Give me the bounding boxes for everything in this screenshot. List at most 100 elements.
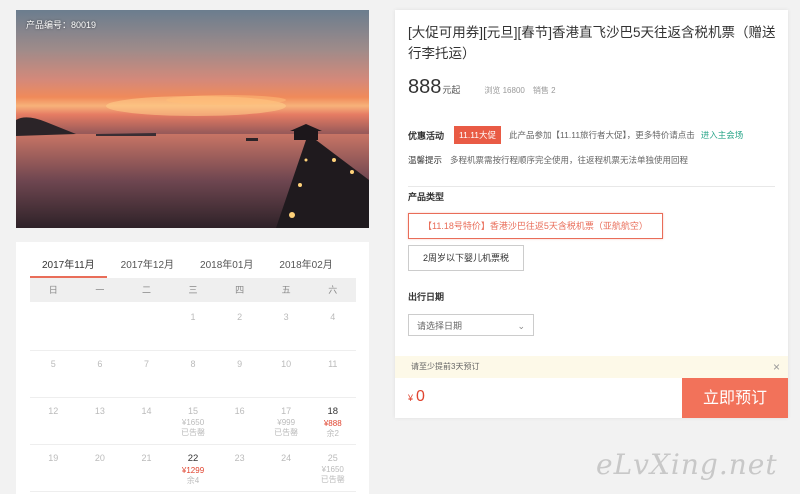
calendar-day: 19	[30, 445, 77, 491]
book-now-button[interactable]: 立即预订	[682, 378, 788, 418]
calendar-month-tabs: 2017年11月 2017年12月 2018年01月 2018年02月	[30, 252, 347, 278]
day-number: 19	[48, 453, 59, 463]
weekday-label: 四	[235, 285, 245, 295]
day-number: 8	[190, 359, 196, 369]
day-number: 2	[237, 312, 243, 322]
day-number: 12	[48, 406, 59, 416]
day-stock: 已告罄	[274, 428, 299, 437]
calendar-row: 1 2 3 4	[30, 304, 356, 351]
calendar-row: 5 6 7 8 9 10 11	[30, 351, 356, 398]
calendar-row: 12 13 14 15 ¥1650 已告罄 16 17 ¥999 已告罄 18 ¥888 余2	[30, 398, 356, 445]
tab-month-3[interactable]: 2018年01月	[188, 252, 265, 278]
promo-text: 此产品参加【11.11旅行者大促】，更多特价请点击	[509, 130, 695, 140]
product-code: 产品编号：80019	[26, 20, 97, 30]
notice-bar: 请至少提前3天预订 ×	[395, 356, 788, 378]
date-select[interactable]: 请选择日期 ⌄	[408, 314, 534, 336]
total-value: 0	[416, 388, 425, 405]
price-row: 888 元起 浏览 16800 销售 2	[408, 76, 556, 99]
departure-date-label: 出行日期	[408, 292, 445, 302]
calendar-day	[123, 304, 170, 350]
calendar-day: 25 ¥1650 已告罄	[309, 445, 356, 491]
day-number: 15	[188, 406, 199, 416]
day-number: 4	[330, 312, 336, 322]
tab-month-1[interactable]: 2017年11月	[30, 252, 107, 278]
calendar-day: 6	[77, 351, 124, 397]
calendar-day: 14	[123, 398, 170, 444]
day-price: ¥888	[323, 419, 342, 428]
day-number: 20	[94, 453, 105, 463]
day-number: 3	[283, 312, 289, 322]
calendar-day: 1	[170, 304, 217, 350]
calendar-day: 9	[216, 351, 263, 397]
weekday-label: 三	[188, 285, 198, 295]
day-stock: 已告罄	[320, 475, 345, 484]
calendar-day: 17 ¥999 已告罄	[263, 398, 310, 444]
main-venue-link[interactable]: 进入主会场	[701, 129, 744, 141]
product-type-option-2[interactable]: 2周岁以下婴儿机票税	[408, 245, 525, 271]
chevron-down-icon: ⌄	[517, 321, 525, 331]
day-stock: 已告罄	[181, 428, 206, 437]
day-number: 17	[281, 406, 292, 416]
day-number: 6	[97, 359, 103, 369]
weekday-label: 日	[48, 285, 58, 295]
date-select-placeholder: 请选择日期	[417, 321, 463, 331]
day-number: 9	[237, 359, 243, 369]
calendar-day: 24	[263, 445, 310, 491]
calendar-day: 2	[216, 304, 263, 350]
tab-month-2[interactable]: 2017年12月	[109, 252, 186, 278]
notice-text: 请至少提前3天预订	[411, 362, 480, 371]
calendar-day: 16	[216, 398, 263, 444]
divider	[408, 186, 775, 187]
day-number: 13	[94, 406, 105, 416]
day-stock: 余4	[186, 476, 200, 485]
day-number: 1	[190, 312, 196, 322]
total-price: ¥0	[408, 388, 425, 406]
close-icon[interactable]: ×	[773, 356, 780, 378]
tab-month-4[interactable]: 2018年02月	[267, 252, 344, 278]
day-number: 18	[327, 406, 339, 417]
calendar-day[interactable]: 22 ¥1299 余4	[170, 445, 217, 491]
weekday-label: 六	[328, 285, 338, 295]
calendar-day: 8	[170, 351, 217, 397]
day-number: 23	[234, 453, 245, 463]
calendar-day	[30, 304, 77, 350]
tip-row: 温馨提示 多程机票需按行程顺序完全使用，往返程机票无法单独使用回程	[408, 154, 688, 166]
day-number: 7	[143, 359, 149, 369]
calendar-day: 5	[30, 351, 77, 397]
day-stock: 余2	[326, 429, 339, 438]
day-number: 11	[328, 359, 338, 369]
calendar-day[interactable]: 18 ¥888 余2	[309, 398, 356, 444]
calendar-day: 11	[309, 351, 356, 397]
view-count: 浏览 16800	[484, 86, 525, 95]
promo-row: 优惠活动 11.11大促 此产品参加【11.11旅行者大促】，更多特价请点击 进…	[408, 126, 743, 144]
calendar-day: 23	[216, 445, 263, 491]
price-calendar: 2017年11月 2017年12月 2018年01月 2018年02月 日 一 …	[16, 242, 369, 494]
day-number: 10	[281, 359, 292, 369]
calendar-day: 20	[77, 445, 124, 491]
calendar-day: 7	[123, 351, 170, 397]
day-price: ¥1650	[321, 465, 344, 474]
product-price: 888	[408, 76, 442, 98]
day-number: 16	[234, 406, 245, 416]
day-number: 24	[281, 453, 292, 463]
weekday-label: 二	[141, 285, 151, 295]
tip-text: 多程机票需按行程顺序完全使用，往返程机票无法单独使用回程	[450, 155, 689, 165]
weekday-label: 一	[95, 285, 105, 295]
weekday-header: 日 一 二 三 四 五 六	[30, 278, 356, 302]
calendar-day	[77, 304, 124, 350]
product-type-label: 产品类型	[408, 192, 445, 202]
sales-count: 销售 2	[532, 86, 556, 95]
price-unit: 元起	[442, 85, 461, 95]
product-type-option-1[interactable]: 【11.18号特价】香港沙巴往返5天含税机票（亚航航空）	[408, 213, 663, 239]
calendar-grid: 1 2 3 4 5 6 7 8 9 10 11 12 13 14 15 ¥1650 已告罄 16 17 ¥999 已告罄…	[30, 304, 356, 492]
day-price: ¥1650	[181, 418, 205, 427]
calendar-day: 4	[309, 304, 356, 350]
calendar-day: 15 ¥1650 已告罄	[170, 398, 217, 444]
weekday-label: 五	[281, 285, 291, 295]
day-number: 22	[187, 453, 199, 464]
tip-label: 温馨提示	[408, 155, 443, 165]
watermark-logo: eLvXing.net	[596, 448, 778, 481]
booking-panel: [大促可用券][元旦][春节]香港直飞沙巴5天往返含税机票（赠送行李托运） 88…	[395, 10, 788, 418]
calendar-day: 3	[263, 304, 310, 350]
calendar-day: 12	[30, 398, 77, 444]
